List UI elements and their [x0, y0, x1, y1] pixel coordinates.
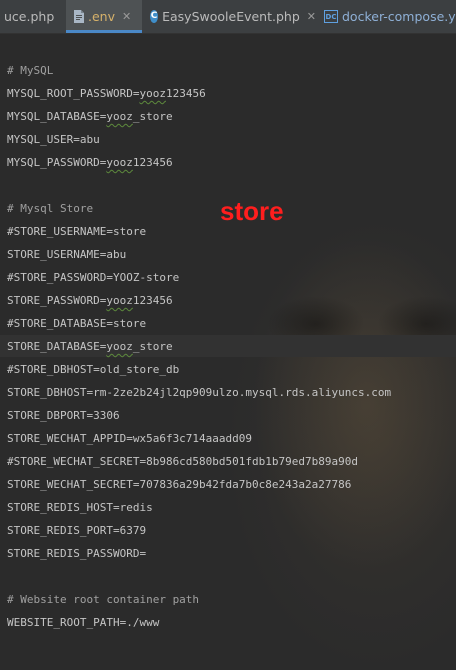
- close-icon[interactable]: ✕: [122, 10, 131, 23]
- code-line[interactable]: STORE_DBHOST=rm-2ze2b24jl2qp909ulzo.mysq…: [7, 386, 391, 400]
- docker-compose-icon: DC: [324, 10, 338, 23]
- code-line[interactable]: MYSQL_ROOT_PASSWORD=yooz123456: [7, 87, 206, 101]
- code-line[interactable]: #STORE_WECHAT_SECRET=8b986cd580bd501fdb1…: [7, 455, 358, 469]
- tab-env[interactable]: .env ✕: [66, 0, 142, 33]
- code-editor[interactable]: # MySQL MYSQL_ROOT_PASSWORD=yooz123456 M…: [0, 34, 456, 670]
- code-line[interactable]: #STORE_PASSWORD=YOOZ-store: [7, 271, 179, 285]
- typo-squiggle: yooz: [139, 87, 166, 100]
- code-line[interactable]: # Website root container path: [7, 593, 199, 607]
- tab-docker-compose[interactable]: DC docker-compose.yml: [316, 0, 456, 33]
- tab-label: .env: [88, 9, 115, 24]
- code-line[interactable]: #STORE_DATABASE=store: [7, 317, 146, 331]
- code-line[interactable]: # Mysql Store: [7, 202, 93, 216]
- tab-label: uce.php: [4, 9, 55, 24]
- code-line[interactable]: STORE_USERNAME=abu: [7, 248, 126, 262]
- code-line[interactable]: STORE_DBPORT=3306: [7, 409, 120, 423]
- typo-squiggle: yooz: [106, 294, 133, 307]
- background-image: [166, 144, 456, 664]
- annotation-label: store: [220, 196, 284, 226]
- code-line[interactable]: # MySQL: [7, 64, 53, 78]
- code-line[interactable]: #STORE_DBHOST=old_store_db: [7, 363, 179, 377]
- code-line[interactable]: MYSQL_DATABASE=yooz_store: [7, 110, 173, 124]
- code-line[interactable]: STORE_WECHAT_SECRET=707836a29b42fda7b0c8…: [7, 478, 351, 492]
- tab-label: EasySwooleEvent.php: [162, 9, 300, 24]
- code-line[interactable]: #STORE_USERNAME=store: [7, 225, 146, 239]
- code-line[interactable]: MYSQL_USER=abu: [7, 133, 100, 147]
- file-icon: [74, 10, 84, 23]
- editor-tab-bar: uce.php .env ✕ C EasySwooleEvent.php ✕ D…: [0, 0, 456, 34]
- code-line[interactable]: STORE_DATABASE=yooz_store: [7, 340, 173, 354]
- code-line[interactable]: STORE_REDIS_PORT=6379: [7, 524, 146, 538]
- code-line[interactable]: WEBSITE_ROOT_PATH=./www: [7, 616, 159, 630]
- code-line[interactable]: MYSQL_PASSWORD=yooz123456: [7, 156, 173, 170]
- tab-uce-php[interactable]: uce.php: [0, 0, 64, 33]
- typo-squiggle: yooz: [106, 340, 133, 353]
- close-icon[interactable]: ✕: [307, 10, 316, 23]
- code-line[interactable]: STORE_REDIS_PASSWORD=: [7, 547, 146, 561]
- class-icon: C: [150, 10, 159, 23]
- tab-easyswooleevent-php[interactable]: C EasySwooleEvent.php ✕: [142, 0, 316, 33]
- code-line[interactable]: STORE_PASSWORD=yooz123456: [7, 294, 173, 308]
- typo-squiggle: yooz: [106, 110, 133, 123]
- typo-squiggle: yooz: [106, 156, 133, 169]
- code-line[interactable]: STORE_WECHAT_APPID=wx5a6f3c714aaadd09: [7, 432, 252, 446]
- tab-label: docker-compose.yml: [342, 9, 456, 24]
- code-line[interactable]: STORE_REDIS_HOST=redis: [7, 501, 153, 515]
